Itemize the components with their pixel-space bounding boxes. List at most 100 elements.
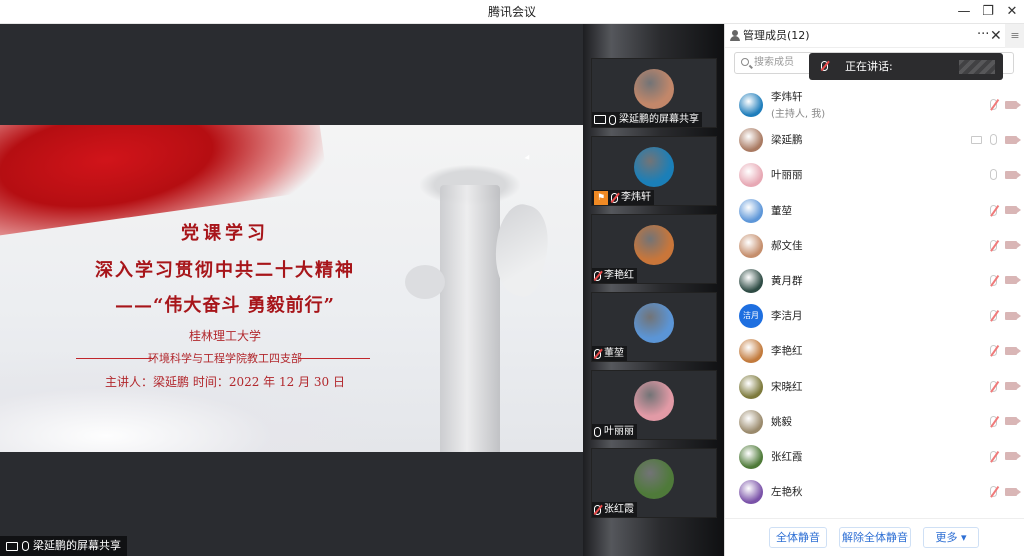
search-icon [741,58,749,66]
video-tile-label: 张红霞 [592,502,637,517]
camera-off-icon[interactable] [1005,346,1021,355]
more-button[interactable]: 更多 ▾ [923,527,979,548]
panel-footer: 全体静音 解除全体静音 更多 ▾ [725,518,1024,556]
member-row[interactable]: 黄月群 [725,264,1024,299]
video-tile-name: 梁延鹏的屏幕共享 [619,114,699,125]
video-tile[interactable]: ⚑ 李炜轩 [591,136,717,206]
member-status-icons [990,99,1021,110]
camera-off-icon[interactable] [1005,382,1021,390]
video-tile[interactable]: 叶丽丽 [591,370,717,440]
mic-muted-icon[interactable] [990,204,997,216]
mic-icon[interactable] [990,134,997,146]
camera-off-icon[interactable] [1005,206,1021,215]
video-tile[interactable]: 董堃 [591,292,717,362]
mic-muted-icon [594,348,601,359]
mute-all-button[interactable]: 全体静音 [769,527,827,548]
member-avatar [739,268,763,293]
main-video-area[interactable]: 党课学习 深入学习贯彻中共二十大精神 ——“伟大奋斗 勇毅前行” 桂林理工大学 … [0,24,583,556]
mic-muted-icon[interactable] [990,310,997,322]
member-avatar [739,339,763,364]
camera-off-icon[interactable] [1005,170,1021,179]
video-tile[interactable]: 李艳红 [591,214,717,284]
camera-off-icon[interactable] [1005,276,1021,285]
speaking-label: 正在讲话: [845,60,893,73]
member-row[interactable]: 李炜轩 (主持人, 我) [725,88,1024,123]
member-name: 梁延鹏 [771,134,803,147]
mic-muted-icon[interactable] [990,274,997,286]
speaking-indicator: 正在讲话: [809,53,1003,80]
member-avatar [739,374,763,399]
member-status-icons [990,450,1021,462]
participant-avatar [634,69,674,109]
slide-speaker-date: 主讲人：梁延鹏 时间：2022 年 12 月 30 日 [105,375,345,389]
camera-off-icon[interactable] [1005,135,1021,144]
more-options-icon[interactable]: ··· [977,24,989,46]
slide-title-1: 党课学习 [181,223,269,244]
mic-muted-icon[interactable] [990,486,997,498]
video-tile-label: 叶丽丽 [592,424,637,439]
camera-off-icon[interactable] [1005,311,1021,320]
slide-divider-right [298,358,370,359]
video-tile-label: 李艳红 [592,268,637,283]
user-icon [730,30,740,41]
panel-close-icon[interactable]: ✕ [990,24,1002,48]
member-row[interactable]: 洁月 李洁月 [725,299,1024,334]
mic-icon [609,114,616,125]
camera-off-icon[interactable] [1005,487,1021,496]
video-tile[interactable]: 梁延鹏的屏幕共享 [591,58,717,128]
mic-icon[interactable] [990,169,997,181]
screen-share-icon [971,135,982,144]
member-status-icons [990,169,1021,181]
member-avatar [739,93,763,117]
member-status-icons [990,239,1021,251]
camera-off-icon[interactable] [1005,417,1021,426]
member-name: 李洁月 [771,310,803,323]
mic-muted-icon[interactable] [990,99,997,110]
member-status-icons [990,486,1021,498]
slide-department: 环境科学与工程学院教工四支部 [148,352,302,365]
camera-off-icon[interactable] [1005,100,1021,109]
camera-off-icon[interactable] [1005,241,1021,250]
video-strip: 梁延鹏的屏幕共享 ⚑ 李炜轩李艳红董堃叶丽丽张红霞 [583,24,724,556]
panel-header: 管理成员(12) ··· ✕ ≡ [725,24,1024,48]
member-row[interactable]: 郝文佳 [725,229,1024,264]
unmute-all-button[interactable]: 解除全体静音 [839,527,911,548]
member-avatar [739,128,763,153]
member-name: 李艳红 [771,345,803,358]
member-status-icons [990,380,1021,392]
member-name: 黄月群 [771,274,803,287]
member-row[interactable]: 梁延鹏 [725,123,1024,158]
mic-muted-icon[interactable] [990,450,997,462]
member-row[interactable]: 叶丽丽 [725,158,1024,193]
panel-side-toggle-icon[interactable]: ≡ [1005,24,1024,48]
mic-muted-icon[interactable] [990,345,997,357]
member-name: 李炜轩 [771,91,803,103]
video-tile[interactable]: 张红霞 [591,448,717,518]
member-row[interactable]: 姚毅 [725,405,1024,440]
close-icon[interactable]: ✕ [1000,0,1024,24]
member-avatar: 洁月 [739,304,763,329]
member-row[interactable]: 董堃 [725,194,1024,229]
cloud-decoration [0,352,400,452]
member-row[interactable]: 李艳红 [725,334,1024,369]
member-row[interactable]: 张红霞 [725,440,1024,475]
member-avatar [739,480,763,505]
camera-off-icon[interactable] [1005,452,1021,461]
member-row[interactable]: 宋晓红 [725,370,1024,405]
slide-title-2: 深入学习贯彻中共二十大精神 [95,260,355,281]
member-row[interactable]: 左艳秋 [725,475,1024,510]
minimize-icon[interactable]: — [952,0,976,24]
mic-muted-icon [611,192,618,203]
mic-muted-icon[interactable] [990,380,997,392]
mic-muted-icon[interactable] [990,239,997,251]
member-avatar [739,409,763,434]
restore-icon[interactable]: ❐ [976,0,1000,24]
video-tile-label: 董堃 [592,346,627,361]
participant-avatar [634,459,674,499]
screen-share-label: 梁延鹏的屏幕共享 [33,539,121,552]
speaking-mic-icon [821,61,828,71]
mic-icon [22,541,29,551]
mic-muted-icon[interactable] [990,415,997,427]
member-list: 李炜轩 (主持人, 我) 梁延鹏叶丽丽 董堃 郝文佳黄月群洁月 李洁月李艳红宋晓红 姚毅 张红… [725,88,1024,510]
screen-share-icon [6,541,18,551]
